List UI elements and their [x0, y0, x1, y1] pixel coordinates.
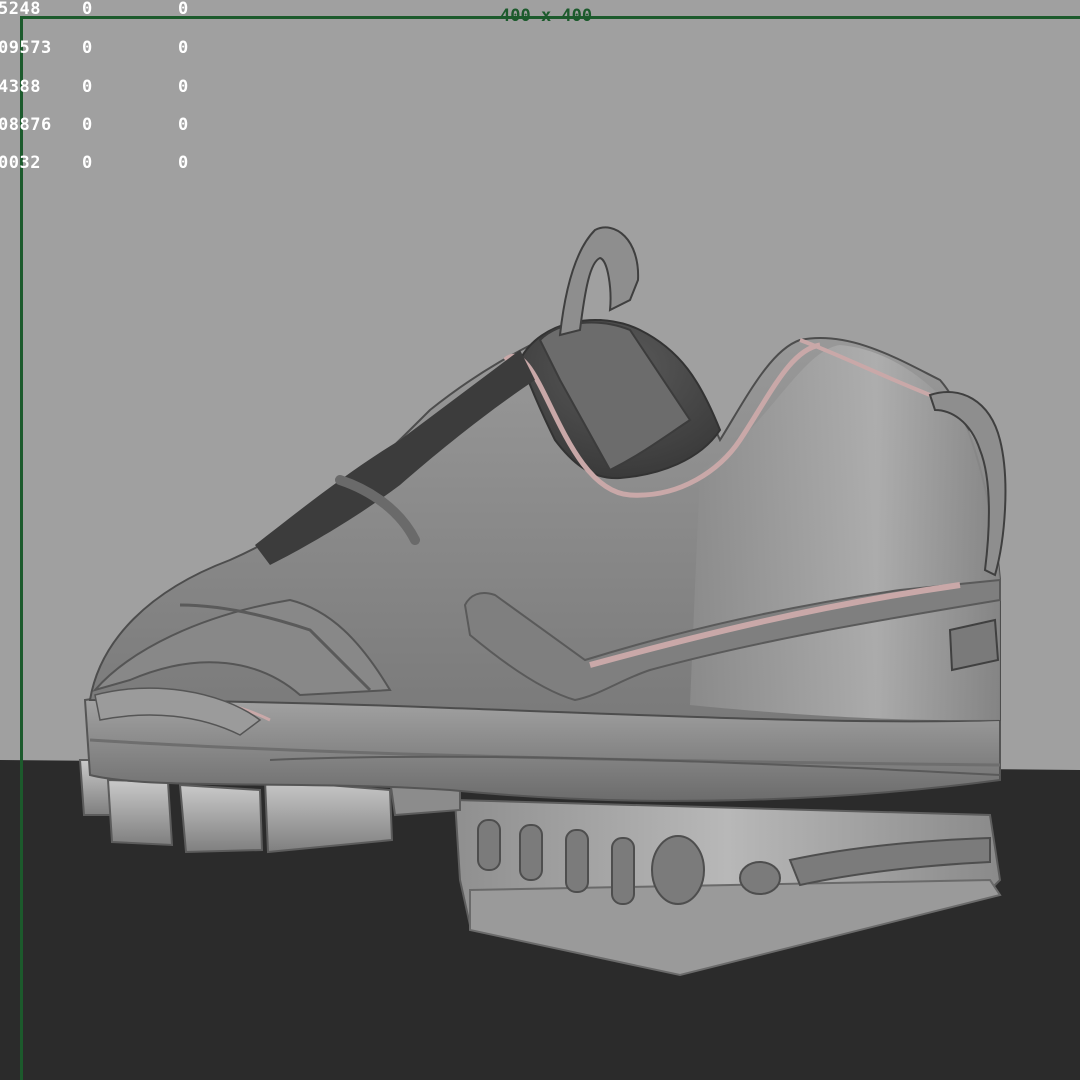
hud-value: 0 — [82, 38, 93, 58]
shoe-upper — [88, 226, 1007, 736]
hud-value: 0 — [178, 38, 189, 58]
hud-value: 0 — [82, 153, 93, 173]
hud-value: 4388 — [0, 77, 41, 97]
hud-value: 0 — [178, 153, 189, 173]
heel-outsole — [453, 798, 1002, 977]
3d-viewport[interactable]: 400 x 400 5248 0 0 09573 0 0 4388 0 0 08… — [0, 0, 1080, 1080]
hud-value: 5248 — [0, 0, 41, 19]
shoe-model[interactable] — [0, 0, 1080, 1080]
hud-value: 0032 — [0, 153, 41, 173]
hud-value: 08876 — [0, 115, 52, 135]
hud-value: 0 — [82, 77, 93, 97]
hud-value: 0 — [178, 0, 189, 19]
hud-value: 0 — [178, 115, 189, 135]
resolution-gate-label: 400 x 400 — [500, 6, 593, 26]
hud-value: 0 — [82, 115, 93, 135]
hud-value: 09573 — [0, 38, 52, 58]
hud-value: 0 — [178, 77, 189, 97]
hud-value: 0 — [82, 0, 93, 19]
